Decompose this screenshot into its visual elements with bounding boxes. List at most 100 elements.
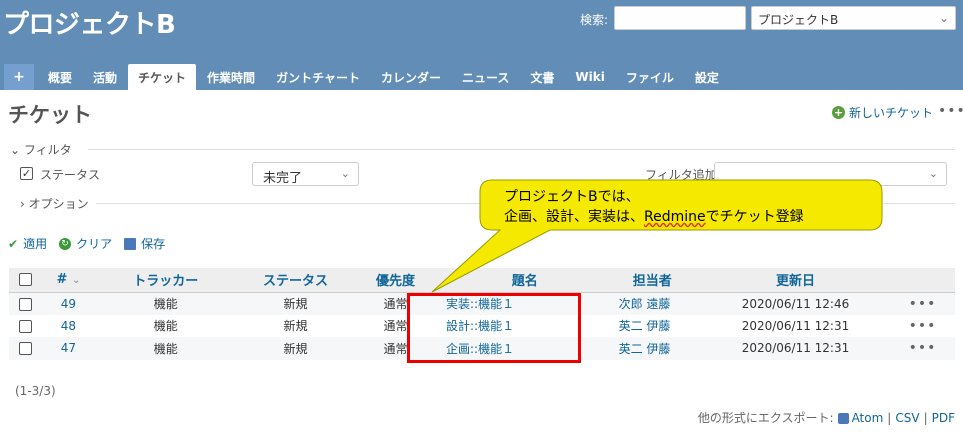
- chevron-down-icon: ⌄: [928, 167, 938, 180]
- project-jump-value: プロジェクトB: [758, 13, 839, 27]
- status-cell: 新規: [236, 292, 355, 315]
- check-icon: ✔: [8, 236, 19, 251]
- callout-line-2-pre: 企画、設計、実装は、: [504, 209, 644, 225]
- column-header-tracker[interactable]: トラッカー: [95, 268, 237, 293]
- subject-highlight-box: [407, 293, 581, 363]
- tab-new-object[interactable]: +: [4, 64, 34, 90]
- issue-id-link[interactable]: 49: [61, 297, 76, 311]
- add-filter-select[interactable]: ⌄: [714, 162, 947, 186]
- row-checkbox[interactable]: [18, 297, 32, 311]
- more-options-icon[interactable]: •••: [909, 340, 937, 356]
- tab-gantt[interactable]: ガントチャート: [266, 64, 370, 90]
- updated-cell: 2020/06/11 12:46: [700, 292, 891, 315]
- updated-cell: 2020/06/11 12:31: [700, 314, 891, 337]
- issue-id-cell: 47: [41, 337, 96, 360]
- issue-id-cell: 49: [41, 292, 96, 315]
- chevron-down-icon: ⌄: [10, 143, 21, 157]
- updated-cell: 2020/06/11 12:31: [700, 337, 891, 360]
- project-jump-select[interactable]: プロジェクトB ⌄: [751, 6, 956, 30]
- tab-time-entries[interactable]: 作業時間: [197, 64, 265, 90]
- row-actions-cell: •••: [890, 337, 955, 360]
- column-header-status[interactable]: ステータス: [236, 268, 355, 293]
- export-atom-label: Atom: [851, 410, 884, 425]
- row-actions-cell: •••: [890, 292, 955, 315]
- callout-text: プロジェクトBでは、 企画、設計、実装は、Redmineでチケット登録: [504, 187, 804, 227]
- clear-button[interactable]: ↻ クリア: [59, 235, 112, 252]
- callout-line-2-post: でチケット登録: [705, 209, 804, 225]
- save-icon: [124, 237, 137, 250]
- row-checkbox-cell: [9, 292, 42, 315]
- reload-icon: ↻: [59, 237, 72, 250]
- assignee-link[interactable]: 次郎 遠藤: [619, 297, 671, 311]
- page-title: チケット: [8, 103, 92, 127]
- assignee-cell: 英二 伊藤: [603, 337, 701, 360]
- chevron-down-icon: ⌄: [340, 167, 350, 180]
- project-title[interactable]: プロジェクトB: [3, 4, 176, 41]
- save-button[interactable]: 保存: [124, 235, 165, 252]
- select-all-cell: [9, 268, 42, 293]
- export-separator: |: [923, 410, 928, 425]
- column-header-actions: [890, 268, 955, 293]
- tab-issues[interactable]: チケット: [128, 64, 197, 90]
- table-header-row: # ⌄ トラッカー ステータス 優先度 題名 担当者 更新日: [9, 268, 955, 293]
- tab-wiki[interactable]: Wiki: [565, 64, 614, 90]
- search-label: 検索:: [580, 13, 609, 27]
- add-icon: +: [832, 106, 845, 119]
- more-options-icon[interactable]: •••: [938, 103, 963, 119]
- issue-id-link[interactable]: 47: [61, 341, 76, 355]
- tab-settings[interactable]: 設定: [685, 64, 729, 90]
- export-links: 他の形式にエクスポート: Atom | CSV | PDF: [698, 409, 955, 426]
- filters-legend-label: フィルタ: [23, 143, 72, 157]
- status-filter-checkbox[interactable]: ✓: [20, 167, 33, 180]
- main-menu-tabs: + 概要 活動 チケット 作業時間 ガントチャート カレンダー ニュース 文書 …: [4, 64, 730, 90]
- tab-documents[interactable]: 文書: [520, 64, 564, 90]
- filters-legend[interactable]: ⌄ フィルタ: [10, 141, 72, 158]
- tab-files[interactable]: ファイル: [616, 64, 684, 90]
- options-legend-label: オプション: [28, 197, 89, 211]
- more-options-icon[interactable]: •••: [909, 318, 937, 334]
- export-pdf-link[interactable]: PDF: [932, 411, 955, 425]
- export-atom-link[interactable]: Atom: [837, 410, 884, 425]
- row-checkbox[interactable]: [18, 319, 32, 333]
- export-csv-link[interactable]: CSV: [895, 411, 919, 425]
- column-header-id-label: #: [56, 272, 68, 288]
- add-filter-label: フィルタ追加: [645, 168, 717, 182]
- issue-id-link[interactable]: 48: [61, 319, 76, 333]
- status-operator-select[interactable]: 未完了 ⌄: [252, 162, 359, 186]
- assignee-cell: 英二 伊藤: [603, 314, 701, 337]
- new-ticket-link[interactable]: + 新しいチケット: [832, 104, 933, 121]
- tab-news[interactable]: ニュース: [452, 64, 519, 90]
- assignee-cell: 次郎 遠藤: [603, 292, 701, 315]
- apply-label: 適用: [23, 237, 48, 251]
- chevron-right-icon: ›: [20, 197, 25, 211]
- search-input[interactable]: [614, 6, 746, 30]
- assignee-link[interactable]: 英二 伊藤: [619, 342, 671, 356]
- callout-line-2: 企画、設計、実装は、Redmineでチケット登録: [504, 207, 804, 227]
- issue-id-cell: 48: [41, 314, 96, 337]
- apply-button[interactable]: ✔ 適用: [8, 235, 47, 252]
- callout-line-1: プロジェクトBでは、: [504, 189, 640, 205]
- status-operator-value: 未完了: [263, 171, 303, 186]
- row-checkbox[interactable]: [18, 342, 32, 356]
- options-legend[interactable]: › オプション: [20, 195, 89, 212]
- query-actions: ✔ 適用 ↻ クリア 保存: [8, 235, 165, 252]
- more-options-icon[interactable]: •••: [909, 296, 937, 312]
- assignee-link[interactable]: 英二 伊藤: [619, 319, 671, 333]
- tab-calendar[interactable]: カレンダー: [371, 64, 451, 90]
- tab-activity[interactable]: 活動: [83, 64, 127, 90]
- export-label: 他の形式にエクスポート:: [697, 411, 834, 425]
- tracker-cell: 機能: [95, 337, 237, 360]
- column-header-priority[interactable]: 優先度: [354, 268, 437, 293]
- tab-overview[interactable]: 概要: [38, 64, 82, 90]
- clear-label: クリア: [76, 237, 113, 251]
- chevron-down-icon: ⌄: [938, 11, 949, 25]
- column-header-subject[interactable]: 題名: [436, 268, 604, 293]
- tracker-cell: 機能: [95, 314, 237, 337]
- column-header-id[interactable]: # ⌄: [41, 268, 96, 293]
- top-header: プロジェクトB 検索: プロジェクトB ⌄ + 概要 活動 チケット 作業時間 …: [0, 0, 963, 90]
- column-header-assignee[interactable]: 担当者: [603, 268, 701, 293]
- status-cell: 新規: [236, 314, 355, 337]
- row-checkbox-cell: [9, 337, 42, 360]
- column-header-updated[interactable]: 更新日: [700, 268, 891, 293]
- select-all-checkbox[interactable]: [18, 273, 32, 287]
